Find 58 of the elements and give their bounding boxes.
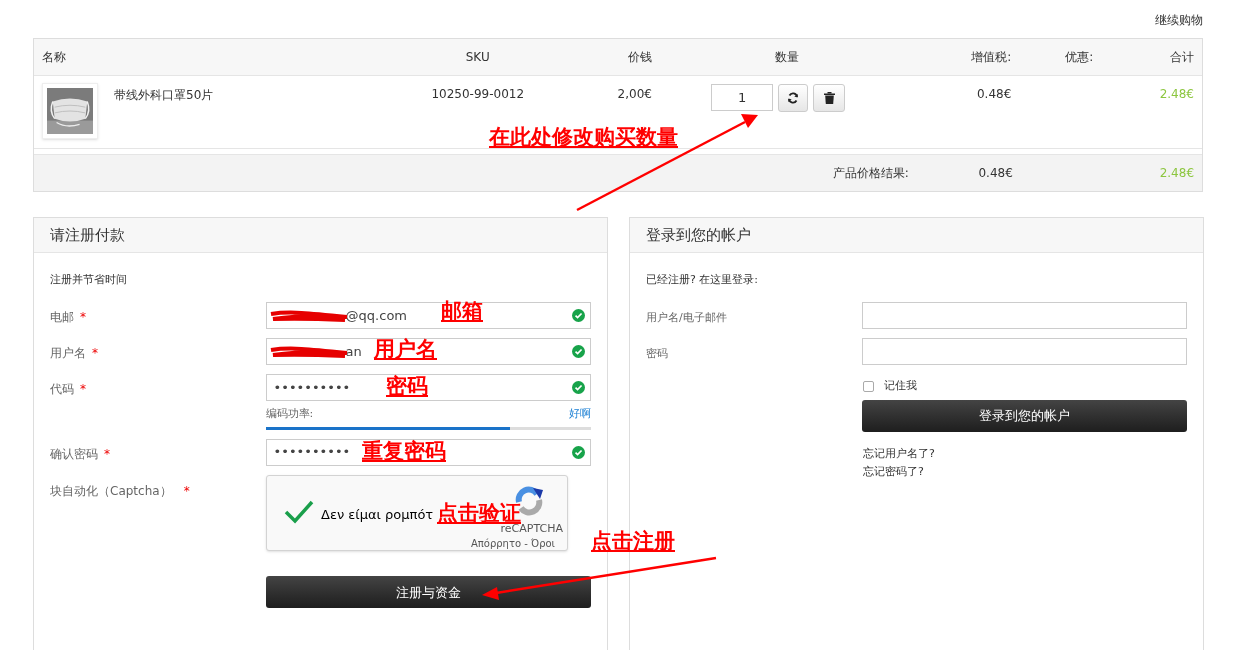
price-cell: 2,00€ [617,87,652,101]
remember-checkbox[interactable] [863,380,874,392]
delete-button[interactable] [813,84,846,112]
panel-title: 请注册付款 [50,224,125,246]
forgot-link[interactable]: 忘记密码了? [863,463,924,481]
total-cell: 2.48€ [1159,87,1194,101]
required-mark: * [104,445,110,463]
quantity-field[interactable]: 1 [711,84,774,111]
strength-rating: 好啊 [569,406,591,422]
field-label: 块自动化（Captcha） [50,482,172,500]
field-label: 密码 [646,347,668,360]
field-value: •••••••••• [272,378,351,397]
strength-label: 编码功率: [265,406,314,422]
column-header: 价钱 [627,50,652,64]
sku-cell: 10250-99-0012 [431,87,525,101]
summary-label: 产品价格结果: [832,166,909,180]
annotation-label: 用户名 [374,336,437,362]
login-button[interactable]: 登录到您的帐户 [862,400,1187,432]
refresh-icon [787,92,800,104]
input-field[interactable] [862,338,1187,365]
remember-label: 记住我 [884,377,917,394]
column-header: 名称 [42,50,66,64]
register-button[interactable]: 注册与资金 [265,575,591,608]
field-label: 电邮 [50,309,74,326]
summary-total: 2.48€ [1159,166,1194,180]
field-label: 代码 [50,381,74,398]
field-label: 确认密码 [50,445,98,463]
column-header: 数量 [775,50,800,64]
summary-vat: 0.48€ [978,166,1013,180]
trash-icon [823,92,835,104]
forgot-link[interactable]: 忘记用户名了? [863,445,935,463]
panel-title: 登录到您的帐户 [646,224,751,246]
field-value: an [344,342,362,361]
annotation-label: 重复密码 [362,438,446,464]
input-field[interactable] [862,302,1187,329]
annotation-label: 密码 [386,373,428,399]
column-header: 合计 [1170,50,1194,64]
column-header: SKU [465,50,490,64]
captcha-links[interactable]: Απόρρητο - Όροι [470,535,555,551]
field-label: 用户名/电子邮件 [646,311,727,324]
required-mark: * [80,309,86,326]
column-header: 优惠: [1065,50,1094,64]
captcha-text: Δεν είμαι ρομπότ [321,505,434,524]
refresh-button[interactable] [778,84,809,112]
vat-cell: 0.48€ [976,87,1012,101]
product-name: 带线外科口罩50片 [114,87,214,104]
field-label: 用户名 [50,345,86,362]
continue-shopping-link[interactable]: 继续购物 [1155,11,1203,38]
required-mark: * [80,381,86,398]
annotation-label: 点击注册 [591,528,675,554]
panel-subtitle: 注册并节省时间 [50,273,127,286]
field-value: @qq.com [344,306,407,325]
panel-subtitle: 已经注册? 在这里登录: [646,273,759,286]
field-value: •••••••••• [272,443,351,462]
required-mark: * [92,345,98,362]
column-header: 增值税: [971,50,1012,64]
required-mark: * [183,482,190,500]
annotation-label: 在此处修改购买数量 [489,124,678,150]
